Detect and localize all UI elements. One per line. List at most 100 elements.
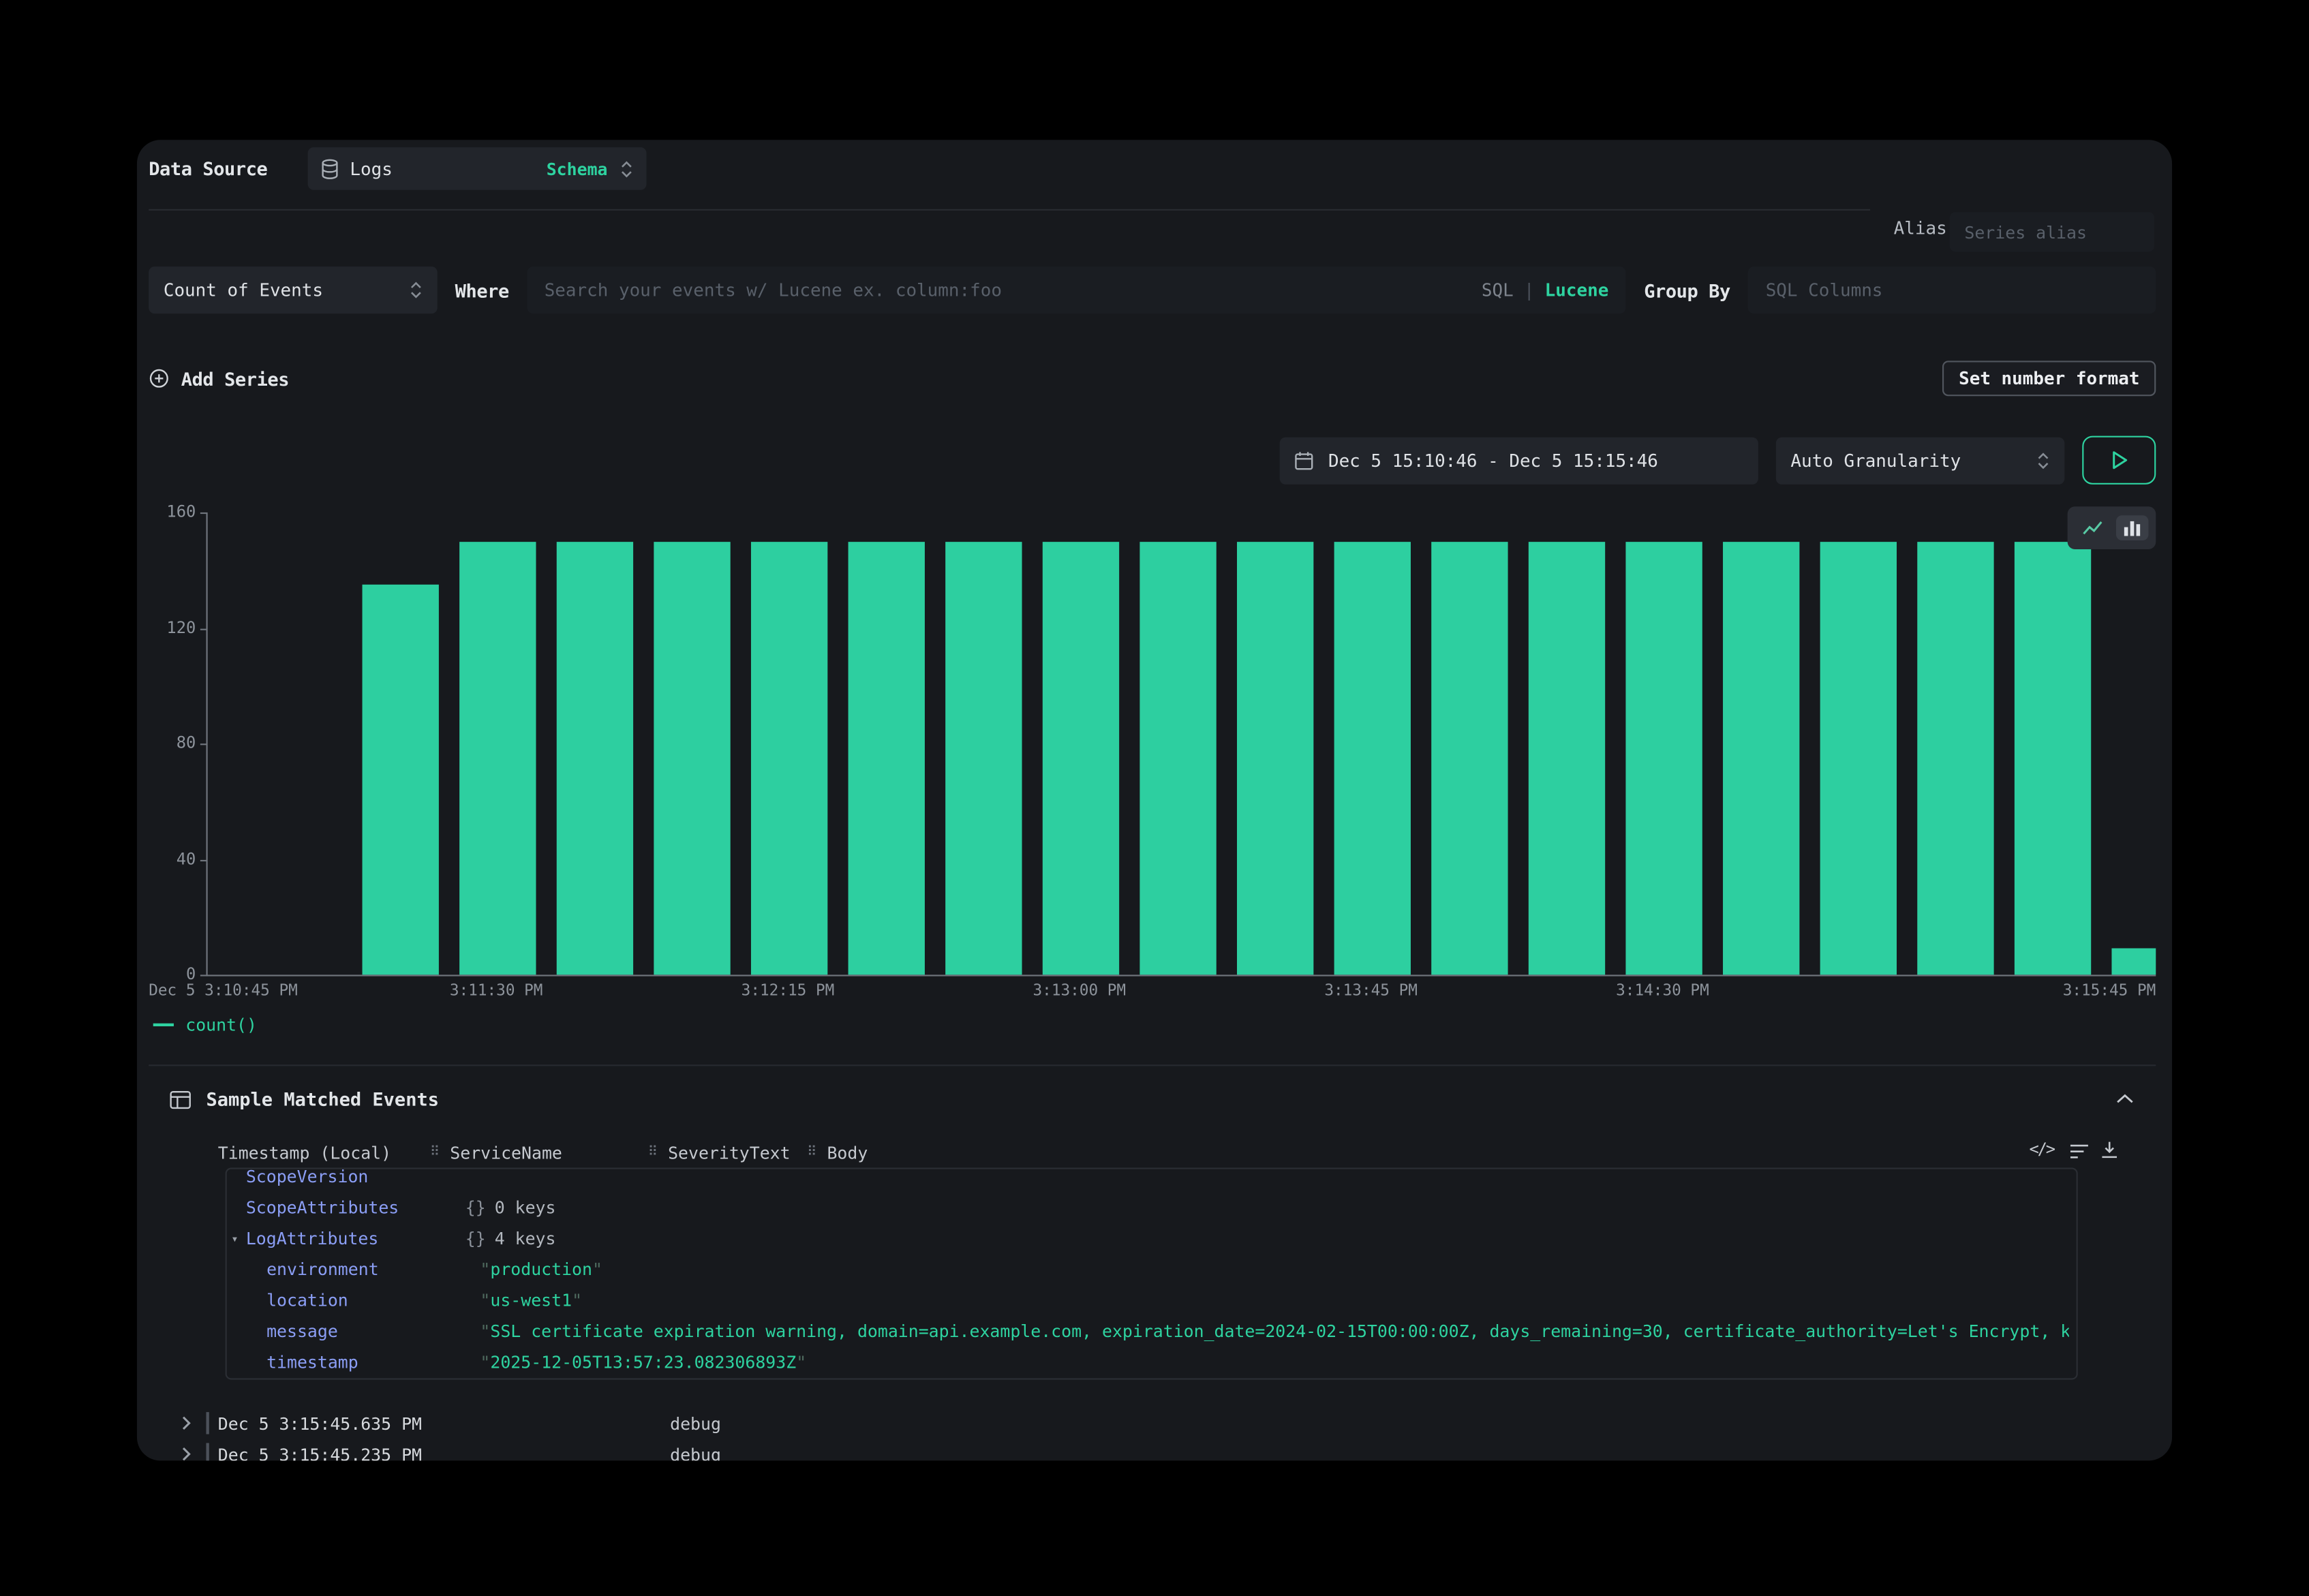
y-axis-label: 80	[137, 733, 196, 754]
search-input[interactable]	[545, 280, 1470, 301]
event-severity: debug	[670, 1409, 721, 1439]
chart-builder-panel: Data Source Logs Schema Alias Count of E…	[137, 140, 2172, 1460]
add-series-label: Add Series	[181, 367, 289, 389]
lucene-option[interactable]: Lucene	[1545, 280, 1609, 301]
chart-bar	[945, 542, 1022, 975]
language-divider: |	[1524, 280, 1535, 301]
attribute-value: "production"	[480, 1255, 2068, 1285]
attribute-value: "us-west1"	[480, 1285, 2068, 1316]
chart-bar	[1820, 542, 1897, 975]
time-range-picker[interactable]: Dec 5 15:10:46 - Dec 5 15:15:46	[1280, 437, 1758, 484]
series-row: Add Series Set number format	[149, 358, 2156, 399]
divider	[149, 209, 1870, 211]
column-header[interactable]: Timestamp (Local)	[218, 1143, 391, 1163]
add-series-button[interactable]: Add Series	[149, 367, 289, 389]
chart-bar	[459, 542, 536, 975]
close-quote: "	[796, 1352, 806, 1372]
y-axis-tick	[200, 975, 207, 976]
y-axis-label: 160	[137, 502, 196, 523]
x-axis-label: 3:11:30 PM	[450, 982, 543, 1000]
x-axis-label: 3:12:15 PM	[741, 982, 835, 1000]
bar-chart-toggle[interactable]	[2116, 515, 2149, 540]
line-chart-icon	[2082, 520, 2102, 536]
column-header[interactable]: ⠿ServiceName	[430, 1143, 562, 1163]
chart-bar	[363, 585, 439, 975]
where-label: Where	[455, 279, 509, 301]
detail-row: timestamp "2025-12-05T13:57:23.082306893Z…	[227, 1347, 2077, 1378]
drag-handle-icon[interactable]: ⠿	[648, 1146, 658, 1161]
time-range-value: Dec 5 15:10:46 - Dec 5 15:15:46	[1328, 450, 1658, 470]
database-icon	[320, 158, 338, 179]
run-query-button[interactable]	[2082, 436, 2156, 485]
drag-handle-icon[interactable]: ⠿	[430, 1146, 440, 1161]
wrap-lines-icon[interactable]	[2069, 1144, 2090, 1159]
plus-circle-icon	[149, 368, 169, 388]
chart-bar	[654, 542, 730, 975]
detail-row: ScopeVersion	[227, 1167, 2077, 1193]
x-axis-label: 3:14:30 PM	[1616, 982, 1709, 1000]
page: Data Source Logs Schema Alias Count of E…	[0, 0, 2309, 1596]
chevron-updown-icon	[2036, 450, 2049, 470]
alias-input[interactable]	[1950, 212, 2154, 251]
severity-bar	[206, 1412, 209, 1434]
collapse-section-chevron-icon[interactable]	[2116, 1094, 2134, 1104]
y-axis-tick	[200, 512, 207, 514]
open-quote: "	[480, 1290, 490, 1310]
detail-row: ScopeAttributes {}0 keys	[227, 1193, 2077, 1223]
event-timestamp: Dec 5 3:15:45.235 PM	[218, 1440, 422, 1460]
value-text: us-west1	[490, 1290, 572, 1310]
download-icon[interactable]	[2100, 1141, 2119, 1159]
column-header[interactable]: ⠿SeverityText	[648, 1143, 791, 1163]
play-icon	[2111, 450, 2127, 470]
attribute-key: message	[266, 1317, 338, 1347]
expand-chevron-icon[interactable]	[181, 1446, 192, 1461]
event-row[interactable]: Dec 5 3:15:45.235 PMdebug	[137, 1440, 2172, 1460]
drag-handle-icon[interactable]: ⠿	[807, 1146, 816, 1161]
keys-badge: {}0 keys	[465, 1193, 556, 1223]
event-row[interactable]: Dec 5 3:15:45.635 PMdebug	[137, 1409, 2172, 1439]
chart-bar	[557, 542, 633, 975]
schema-link[interactable]: Schema	[547, 158, 608, 179]
chart-type-toggle	[2068, 506, 2156, 549]
granularity-value: Auto Granularity	[1790, 450, 1961, 470]
set-number-format-button[interactable]: Set number format	[1942, 360, 2156, 396]
group-by-input[interactable]	[1748, 266, 2156, 313]
code-view-icon[interactable]: </>	[2029, 1139, 2053, 1158]
granularity-select[interactable]: Auto Granularity	[1776, 437, 2064, 484]
collapse-triangle-icon[interactable]: ▾	[231, 1224, 238, 1255]
chart-plot	[206, 512, 2156, 975]
aggregation-select[interactable]: Count of Events	[149, 266, 437, 313]
chart-legend[interactable]: count()	[153, 1015, 257, 1035]
keys-badge-label: 0 keys	[495, 1193, 556, 1223]
x-axis-line	[206, 975, 2156, 976]
expand-chevron-icon[interactable]	[181, 1415, 192, 1431]
value-text: 2025-12-05T13:57:23.082306893Z	[490, 1352, 796, 1372]
y-axis-label: 120	[137, 617, 196, 638]
close-quote: "	[592, 1259, 602, 1279]
calendar-icon	[1294, 450, 1313, 470]
attribute-key: location	[266, 1285, 348, 1316]
column-header[interactable]: ⠿ Body	[807, 1143, 868, 1163]
chart-controls-row: Dec 5 15:10:46 - Dec 5 15:15:46 Auto Gra…	[1280, 436, 2156, 485]
detail-row: message"SSL certificate expiration warni…	[227, 1317, 2077, 1347]
sql-option[interactable]: SQL	[1482, 280, 1514, 301]
query-language-toggle[interactable]: SQL | Lucene	[1482, 280, 1608, 301]
attribute-key: ScopeAttributes	[246, 1193, 399, 1223]
event-detail-panel: ScopeVersionScopeAttributes{}0 keys▾LogA…	[226, 1167, 2078, 1379]
chart-bar	[1431, 542, 1508, 975]
alias-label: Alias	[1894, 218, 1947, 239]
chart-bar	[1043, 542, 1119, 975]
aggregation-value: Count of Events	[164, 280, 323, 301]
data-source-select[interactable]: Logs Schema	[307, 147, 646, 190]
x-axis-label: Dec 5 3:10:45 PM	[149, 982, 298, 1000]
chart-bar	[2111, 948, 2156, 975]
data-source-row: Data Source Logs Schema	[149, 147, 645, 190]
data-source-label: Data Source	[149, 157, 267, 179]
column-header-label: Body	[827, 1143, 868, 1163]
attribute-value: "2025-12-05T13:57:23.082306893Z"	[480, 1347, 2068, 1378]
attribute-key: timestamp	[266, 1347, 358, 1378]
severity-bar	[206, 1443, 209, 1460]
open-quote: "	[480, 1321, 490, 1341]
chart-bar	[1917, 542, 1993, 975]
line-chart-toggle[interactable]	[2075, 515, 2110, 540]
